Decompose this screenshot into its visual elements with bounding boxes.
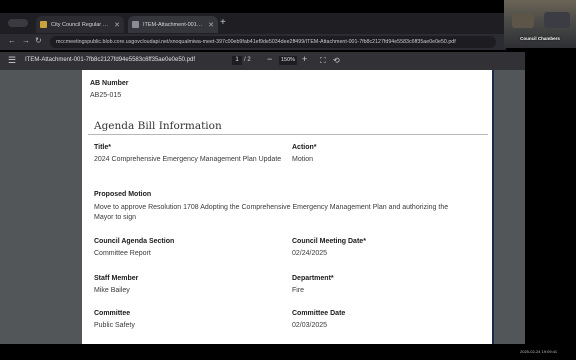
committee-value: Public Safety bbox=[94, 322, 135, 329]
council-meeting-date-label: Council Meeting Date bbox=[292, 238, 364, 245]
committee-date-field: Committee Date 02/03/2025 bbox=[292, 310, 345, 331]
proposed-motion-value: Move to approve Resolution 1708 Adopting… bbox=[94, 204, 449, 221]
fit-page-icon[interactable]: ⛶ bbox=[320, 56, 326, 66]
staff-member-value: Mike Bailey bbox=[94, 287, 130, 294]
camera-figure bbox=[544, 12, 570, 28]
page-number-input[interactable]: 1 bbox=[232, 56, 242, 65]
tab-item-attachment[interactable]: ITEM-Attachment-001-7fb8c... ✕ bbox=[128, 16, 218, 33]
proposed-motion-label: Proposed Motion bbox=[94, 191, 152, 198]
council-meeting-date-value: 02/24/2025 bbox=[292, 250, 328, 257]
council-agenda-section-field: Council Agenda Section Committee Report bbox=[94, 238, 174, 259]
council-agenda-section-value: Committee Report bbox=[94, 250, 151, 257]
pdf-file-name: ITEM-Attachment-001-7fb8c2127fd94e5583c6… bbox=[25, 57, 196, 63]
address-url: mccmeetingspublic.blob.core.usgovcloudap… bbox=[56, 39, 456, 45]
proposed-motion-field: Proposed Motion Move to approve Resoluti… bbox=[94, 191, 454, 223]
title-field: Title* 2024 Comprehensive Emergency Mana… bbox=[94, 144, 284, 165]
pdf-toolbar: ☰ ITEM-Attachment-001-7fb8c2127fd94e5583… bbox=[0, 52, 576, 70]
title-value: 2024 Comprehensive Emergency Management … bbox=[94, 156, 282, 163]
department-field: Department* Fire bbox=[292, 275, 334, 296]
tab-city-council[interactable]: City Council Regular Meeting ✕ bbox=[36, 16, 124, 33]
side-panel bbox=[525, 52, 576, 344]
forward-icon[interactable]: → bbox=[22, 36, 30, 45]
pdf-favicon-icon bbox=[132, 21, 139, 28]
pdf-page: AB Number AB25-015 Agenda Bill Informati… bbox=[82, 70, 494, 344]
tab-title: City Council Regular Meeting bbox=[51, 21, 111, 28]
ab-number-value: AB25-015 bbox=[90, 92, 122, 99]
committee-label: Committee bbox=[94, 310, 131, 317]
new-tab-button[interactable]: + bbox=[220, 17, 226, 28]
section-title: Agenda Bill Information bbox=[94, 120, 222, 132]
staff-member-field: Staff Member Mike Bailey bbox=[94, 275, 138, 296]
action-value: Motion bbox=[292, 156, 314, 163]
back-icon[interactable]: ← bbox=[8, 36, 16, 45]
screen: City Council Regular Meeting ✕ ITEM-Atta… bbox=[0, 0, 576, 360]
zoom-out-button[interactable]: − bbox=[267, 54, 272, 64]
camera-feed: Council Chambers bbox=[504, 0, 576, 48]
action-label: Action bbox=[292, 144, 314, 151]
action-field: Action* Motion bbox=[292, 144, 317, 165]
close-tab-icon[interactable]: ✕ bbox=[114, 21, 120, 29]
ab-number-label: AB Number bbox=[90, 80, 129, 87]
reload-icon[interactable]: ↻ bbox=[35, 36, 42, 45]
required-mark: * bbox=[313, 144, 317, 151]
tab-search-pill[interactable] bbox=[8, 19, 28, 27]
close-tab-icon[interactable]: ✕ bbox=[208, 21, 214, 29]
zoom-in-button[interactable]: + bbox=[302, 54, 307, 64]
department-label: Department bbox=[292, 275, 331, 282]
required-mark: * bbox=[363, 238, 366, 245]
tab-title: ITEM-Attachment-001-7fb8c... bbox=[143, 21, 204, 28]
zoom-level[interactable]: 150% bbox=[279, 56, 297, 65]
council-meeting-date-field: Council Meeting Date* 02/24/2025 bbox=[292, 238, 366, 259]
section-divider bbox=[88, 134, 488, 135]
city-council-favicon-icon bbox=[40, 21, 47, 28]
camera-figure bbox=[512, 14, 534, 28]
title-label: Title bbox=[94, 144, 109, 151]
council-agenda-section-label: Council Agenda Section bbox=[94, 238, 175, 245]
department-value: Fire bbox=[292, 287, 305, 294]
page-count: / 2 bbox=[244, 57, 251, 63]
camera-label: Council Chambers bbox=[520, 36, 560, 41]
address-bar[interactable]: mccmeetingspublic.blob.core.usgovcloudap… bbox=[50, 36, 496, 48]
required-mark: * bbox=[330, 275, 334, 282]
required-mark: * bbox=[108, 144, 111, 151]
video-timestamp: 2025-02-24 19:09:41 bbox=[520, 349, 558, 354]
menu-icon[interactable]: ☰ bbox=[8, 55, 16, 66]
committee-field: Committee Public Safety bbox=[94, 310, 135, 331]
committee-date-value: 02/03/2025 bbox=[292, 322, 328, 329]
ab-number: AB Number AB25-015 bbox=[90, 80, 129, 101]
committee-date-label: Committee Date bbox=[292, 310, 346, 317]
staff-member-label: Staff Member bbox=[94, 275, 139, 282]
rotate-icon[interactable]: ⟲ bbox=[333, 56, 340, 65]
